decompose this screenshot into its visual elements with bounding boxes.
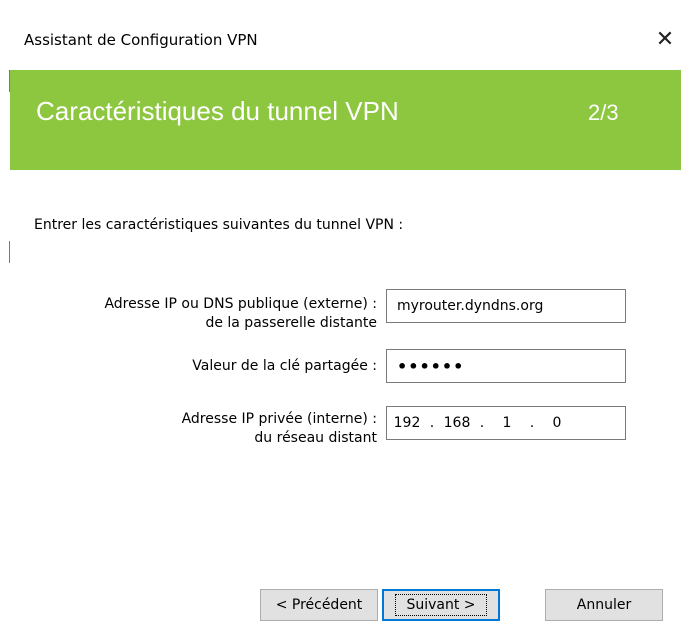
ip-octet-1[interactable]: 192 <box>393 415 421 431</box>
ip-octet-4[interactable]: 0 <box>543 415 571 431</box>
wizard-header: Caractéristiques du tunnel VPN 2/3 <box>10 70 681 170</box>
remote-network-label: Adresse IP privée (interne) : du réseau … <box>181 411 377 446</box>
next-button[interactable]: Suivant > <box>382 589 500 621</box>
title-bar: Assistant de Configuration VPN ✕ <box>0 0 681 70</box>
next-button-label: Suivant > <box>395 594 487 616</box>
page-title: Caractéristiques du tunnel VPN <box>36 96 399 126</box>
ip-octet-2[interactable]: 168 <box>443 415 471 431</box>
window-edge-mark <box>9 241 10 263</box>
shared-key-input[interactable]: •••••• <box>386 349 626 383</box>
previous-button[interactable]: < Précédent <box>260 589 378 621</box>
remote-gateway-label: Adresse IP ou DNS publique (externe) : d… <box>104 296 377 331</box>
remote-gateway-input[interactable]: myrouter.dyndns.org <box>386 289 626 323</box>
step-indicator: 2/3 <box>588 100 619 125</box>
ip-separator: . <box>429 415 435 431</box>
ip-separator: . <box>479 415 485 431</box>
shared-key-label: Valeur de la clé partagée : <box>192 358 377 374</box>
ip-separator: . <box>529 415 535 431</box>
ip-octet-3[interactable]: 1 <box>493 415 521 431</box>
intro-text: Entrer les caractéristiques suivantes du… <box>34 217 404 233</box>
window-title: Assistant de Configuration VPN <box>24 31 258 49</box>
close-icon[interactable]: ✕ <box>650 24 680 54</box>
remote-network-ip-input[interactable]: 192 . 168 . 1 . 0 <box>386 406 626 440</box>
cancel-button[interactable]: Annuler <box>545 589 663 621</box>
vpn-wizard-window: Assistant de Configuration VPN ✕ Caracté… <box>0 0 681 633</box>
